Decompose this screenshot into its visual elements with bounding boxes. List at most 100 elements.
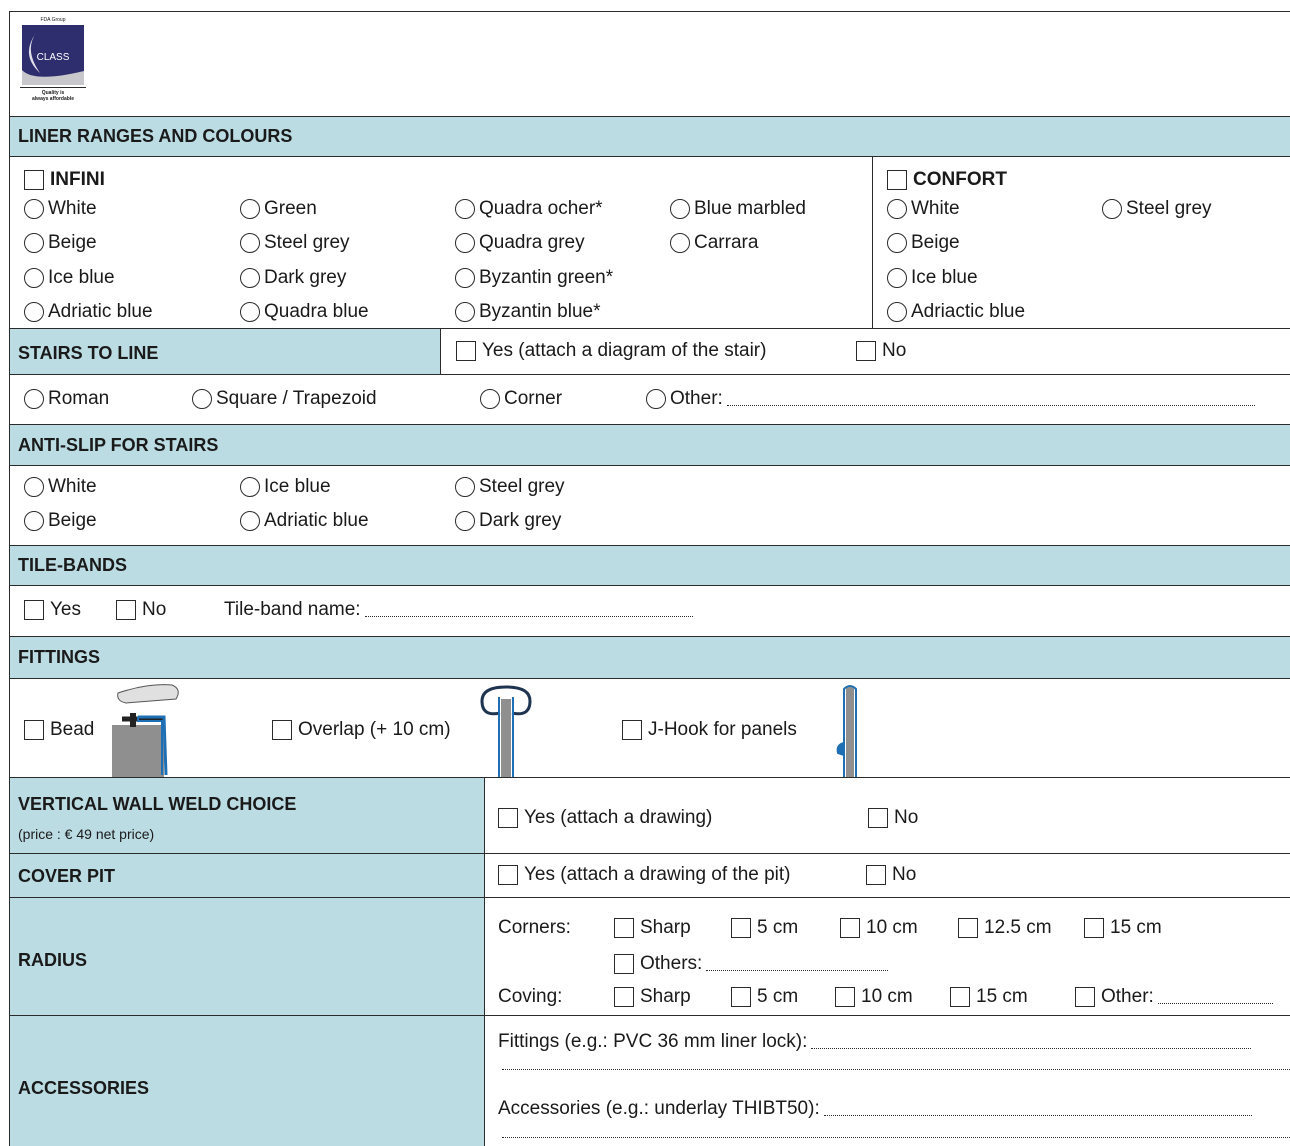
infini-option[interactable]: Beige [24,232,97,254]
checkbox-icon [24,600,44,620]
fittings-input-line-2[interactable] [502,1056,1290,1070]
confort-label: CONFORT [913,169,1007,190]
weld-no-checkbox[interactable]: No [868,807,918,829]
infini-option[interactable]: Byzantin blue* [455,301,600,323]
accessories-input-line[interactable]: Accessories (e.g.: underlay THIBT50): [498,1098,1252,1120]
antislip-option[interactable]: Ice blue [240,476,331,498]
antislip-option[interactable]: White [24,476,97,498]
antislip-option[interactable]: Dark grey [455,510,561,532]
checkbox-icon [958,918,978,938]
corner-option[interactable]: Sharp [614,917,691,939]
radio-icon [24,511,44,531]
logo-group: FDA Group [37,17,69,23]
checkbox-icon [856,341,876,361]
radio-icon [24,389,44,409]
coverpit-label: COVER PIT [18,866,116,886]
fittings-input-line[interactable]: Fittings (e.g.: PVC 36 mm liner lock): [498,1031,1252,1053]
infini-option[interactable]: Quadra blue [240,301,369,323]
fitting-jhook-checkbox[interactable]: J-Hook for panels [622,719,797,741]
infini-option[interactable]: Byzantin green* [455,267,613,289]
radio-icon [887,233,907,253]
infini-option[interactable]: White [24,198,97,220]
stair-type-option[interactable]: Other: [646,388,1255,410]
weld-label: VERTICAL WALL WELD CHOICE [18,794,297,814]
section-header-fittings: FITTINGS [10,636,1290,679]
checkbox-icon [614,918,634,938]
confort-option[interactable]: Ice blue [887,267,978,289]
corners-label: Corners: [498,917,571,938]
radio-icon [455,233,475,253]
corner-option[interactable]: 5 cm [731,917,798,939]
checkbox-icon [887,170,907,190]
corner-option[interactable]: 15 cm [1084,917,1162,939]
coverpit-no-checkbox[interactable]: No [866,864,916,886]
radio-icon [455,511,475,531]
tileband-no-checkbox[interactable]: No [116,599,166,621]
confort-option[interactable]: Beige [887,232,960,254]
infini-option[interactable]: Quadra ocher* [455,198,603,220]
weld-price: (price : € 49 net price) [18,826,155,842]
stair-type-option[interactable]: Corner [480,388,562,410]
infini-option[interactable]: Blue marbled [670,198,806,220]
tileband-name-field[interactable]: Tile-band name: [224,599,693,621]
stair-type-option[interactable]: Square / Trapezoid [192,388,377,410]
radio-icon [24,199,44,219]
coving-option[interactable]: 10 cm [835,986,913,1008]
coving-label: Coving: [498,986,563,1007]
checkbox-icon [456,341,476,361]
stair-type-option[interactable]: Roman [24,388,109,410]
confort-option[interactable]: White [887,198,960,220]
accessories-label: ACCESSORIES [18,1078,150,1098]
antislip-option[interactable]: Steel grey [455,476,565,498]
fitting-overlap-checkbox[interactable]: Overlap (+ 10 cm) [272,719,451,741]
infini-option[interactable]: Dark grey [240,267,346,289]
stairs-no-checkbox[interactable]: No [856,340,906,362]
antislip-option[interactable]: Adriatic blue [240,510,369,532]
radio-icon [887,199,907,219]
radio-icon [24,302,44,322]
tileband-yes-checkbox[interactable]: Yes [24,599,81,621]
radio-icon [24,233,44,253]
coverpit-yes-checkbox[interactable]: Yes (attach a drawing of the pit) [498,864,791,886]
radio-icon [887,302,907,322]
corner-option[interactable]: 10 cm [840,917,918,939]
logo-tagline-2: always affordable [32,96,74,102]
corner-option[interactable]: 12.5 cm [958,917,1052,939]
infini-checkbox[interactable]: INFINI [24,169,105,191]
infini-option[interactable]: Carrara [670,232,758,254]
infini-option[interactable]: Quadra grey [455,232,585,254]
checkbox-icon [24,720,44,740]
coving-option[interactable]: Sharp [614,986,691,1008]
checkbox-icon [835,987,855,1007]
svg-text:CLASS: CLASS [37,52,70,63]
stairs-label: STAIRS TO LINE [18,343,159,363]
radio-icon [240,477,260,497]
fitting-bead-checkbox[interactable]: Bead [24,719,94,741]
radio-icon [670,199,690,219]
confort-option[interactable]: Adriactic blue [887,301,1025,323]
checkbox-icon [950,987,970,1007]
radio-icon [240,233,260,253]
corner-others-option[interactable]: Others: [614,953,889,975]
accessories-input-line-2[interactable] [502,1124,1290,1138]
checkbox-icon [1075,987,1095,1007]
jhook-profile-icon [836,685,857,777]
checkbox-icon [24,170,44,190]
coving-option[interactable]: 15 cm [950,986,1028,1008]
weld-yes-checkbox[interactable]: Yes (attach a drawing) [498,807,712,829]
antislip-option[interactable]: Beige [24,510,97,532]
stairs-yes-checkbox[interactable]: Yes (attach a diagram of the stair) [456,340,766,362]
overlap-profile-icon [480,685,532,777]
infini-option[interactable]: Green [240,198,317,220]
infini-option[interactable]: Ice blue [24,267,115,289]
coving-option[interactable]: 5 cm [731,986,798,1008]
radio-icon [455,268,475,288]
confort-option[interactable]: Steel grey [1102,198,1212,220]
section-header-liner: LINER RANGES AND COLOURS [10,116,1290,157]
radio-icon [455,199,475,219]
coving-other-option[interactable]: Other: [1075,986,1273,1008]
confort-checkbox[interactable]: CONFORT [887,169,1007,191]
infini-option[interactable]: Steel grey [240,232,350,254]
infini-option[interactable]: Adriatic blue [24,301,153,323]
stair-other-field[interactable] [726,392,1255,406]
